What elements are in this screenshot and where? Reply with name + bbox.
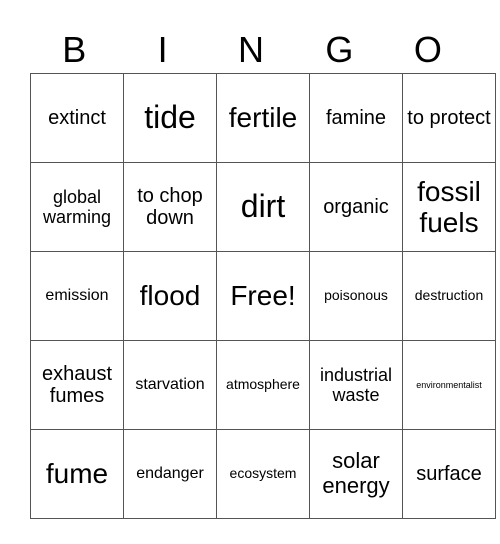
bingo-cell[interactable]: ecosystem: [216, 429, 310, 519]
header-letter-g: G: [325, 29, 354, 70]
bingo-row: emission flood Free! poisonous destructi…: [30, 251, 496, 341]
bingo-row: fume endanger ecosystem solar energy sur…: [30, 429, 496, 519]
free-space[interactable]: Free!: [216, 251, 310, 341]
bingo-cell[interactable]: fume: [30, 429, 124, 519]
bingo-cell[interactable]: emission: [30, 251, 124, 341]
bingo-cell[interactable]: poisonous: [309, 251, 403, 341]
bingo-cell[interactable]: to protect: [402, 73, 496, 163]
bingo-cell[interactable]: endanger: [123, 429, 217, 519]
bingo-cell[interactable]: flood: [123, 251, 217, 341]
bingo-cell[interactable]: starvation: [123, 340, 217, 430]
bingo-cell[interactable]: to chop down: [123, 162, 217, 252]
header-letter-b: B: [62, 29, 87, 70]
bingo-row: exhaust fumes starvation atmosphere indu…: [30, 340, 496, 430]
header-letter-n: N: [238, 29, 265, 70]
bingo-header: B I N G O: [30, 28, 472, 72]
bingo-cell[interactable]: famine: [309, 73, 403, 163]
bingo-cell[interactable]: exhaust fumes: [30, 340, 124, 430]
bingo-cell[interactable]: atmosphere: [216, 340, 310, 430]
bingo-cell[interactable]: tide: [123, 73, 217, 163]
bingo-card: extinct tide fertile famine to protect g…: [30, 73, 496, 519]
bingo-cell[interactable]: dirt: [216, 162, 310, 252]
bingo-cell[interactable]: fossil fuels: [402, 162, 496, 252]
bingo-cell[interactable]: destruction: [402, 251, 496, 341]
header-letter-i: I: [157, 29, 168, 70]
bingo-row: extinct tide fertile famine to protect: [30, 73, 496, 163]
bingo-cell[interactable]: surface: [402, 429, 496, 519]
bingo-row: global warming to chop down dirt organic…: [30, 162, 496, 252]
bingo-cell[interactable]: fertile: [216, 73, 310, 163]
bingo-cell[interactable]: extinct: [30, 73, 124, 163]
bingo-cell[interactable]: industrial waste: [309, 340, 403, 430]
bingo-cell[interactable]: global warming: [30, 162, 124, 252]
header-letter-o: O: [413, 29, 442, 70]
bingo-cell[interactable]: solar energy: [309, 429, 403, 519]
bingo-cell[interactable]: environmentalist: [402, 340, 496, 430]
bingo-cell[interactable]: organic: [309, 162, 403, 252]
